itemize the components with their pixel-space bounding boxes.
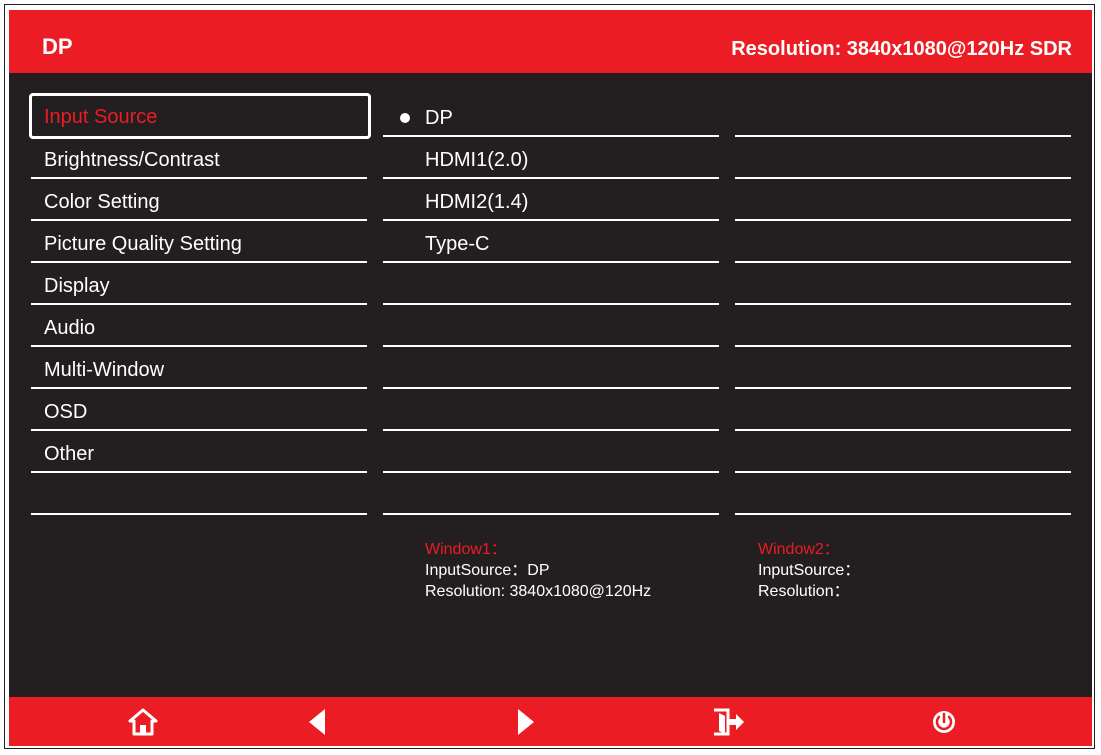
submenu-item-empty	[383, 473, 719, 515]
menu-item-brightness-contrast[interactable]: Brightness/Contrast	[31, 137, 367, 179]
home-icon[interactable]	[126, 705, 160, 739]
main-menu: Input Source Brightness/Contrast Color S…	[29, 93, 371, 515]
menu-item-label: Input Source	[44, 106, 158, 128]
submenu: DP HDMI1(2.0) HDMI2(1.4) Type-C	[383, 95, 719, 515]
menu-item-other[interactable]: Other	[31, 431, 367, 473]
window1-resolution: Resolution: 3840x1080@120Hz	[425, 583, 652, 600]
menu-item-label: Other	[44, 443, 95, 465]
menu-item-label: Brightness/Contrast	[44, 149, 220, 171]
option-column	[735, 95, 1071, 515]
submenu-item-label: DP	[425, 107, 453, 129]
selected-dot-icon	[400, 113, 410, 123]
option-item-empty	[735, 137, 1071, 179]
window1-title: Window1：	[425, 541, 507, 558]
exit-icon[interactable]	[711, 705, 745, 739]
option-item-empty	[735, 179, 1071, 221]
submenu-item-label: Type-C	[425, 233, 490, 255]
window1-info: Window1： InputSource：DP Resolution: 3840…	[425, 539, 651, 602]
submenu-item-empty	[383, 347, 719, 389]
menu-item-display[interactable]: Display	[31, 263, 367, 305]
menu-item-osd[interactable]: OSD	[31, 389, 367, 431]
submenu-item-empty	[383, 263, 719, 305]
submenu-item-empty	[383, 389, 719, 431]
submenu-item-label: HDMI2(1.4)	[425, 191, 529, 213]
window2-input-source: InputSource：	[758, 562, 861, 579]
current-resolution: Resolution: 3840x1080@120Hz SDR	[731, 38, 1072, 60]
option-item-empty	[735, 263, 1071, 305]
power-icon[interactable]	[927, 705, 961, 739]
option-item-empty	[735, 95, 1071, 137]
right-arrow-icon[interactable]	[509, 705, 543, 739]
menu-item-color-setting[interactable]: Color Setting	[31, 179, 367, 221]
option-item-empty	[735, 221, 1071, 263]
window1-input-source: InputSource：DP	[425, 562, 550, 579]
menu-item-label: Display	[44, 275, 110, 297]
window2-resolution: Resolution：	[758, 583, 850, 600]
option-item-empty	[735, 305, 1071, 347]
submenu-item-hdmi1[interactable]: HDMI1(2.0)	[383, 137, 719, 179]
osd-menu: DP Resolution: 3840x1080@120Hz SDR Input…	[9, 10, 1092, 746]
current-input-source: DP	[42, 34, 73, 59]
left-arrow-icon[interactable]	[300, 705, 334, 739]
menu-item-empty	[31, 473, 367, 515]
option-item-empty	[735, 389, 1071, 431]
window2-title: Window2：	[758, 541, 840, 558]
menu-item-label: Multi-Window	[44, 359, 165, 381]
menu-item-label: Audio	[44, 317, 96, 339]
menu-item-label: Color Setting	[44, 191, 160, 213]
menu-item-label: OSD	[44, 401, 88, 423]
submenu-item-type-c[interactable]: Type-C	[383, 221, 719, 263]
footer-bar	[9, 697, 1092, 746]
submenu-item-label: HDMI1(2.0)	[425, 149, 529, 171]
menu-item-audio[interactable]: Audio	[31, 305, 367, 347]
header-bar: DP Resolution: 3840x1080@120Hz SDR	[9, 10, 1092, 73]
window2-info: Window2： InputSource： Resolution：	[758, 539, 860, 602]
option-item-empty	[735, 347, 1071, 389]
menu-item-picture-quality[interactable]: Picture Quality Setting	[31, 221, 367, 263]
submenu-item-dp[interactable]: DP	[383, 95, 719, 137]
submenu-item-empty	[383, 305, 719, 347]
menu-item-label: Picture Quality Setting	[44, 233, 242, 255]
menu-item-input-source[interactable]: Input Source	[29, 93, 371, 139]
option-item-empty	[735, 431, 1071, 473]
option-item-empty	[735, 473, 1071, 515]
menu-item-multi-window[interactable]: Multi-Window	[31, 347, 367, 389]
submenu-item-hdmi2[interactable]: HDMI2(1.4)	[383, 179, 719, 221]
submenu-item-empty	[383, 431, 719, 473]
